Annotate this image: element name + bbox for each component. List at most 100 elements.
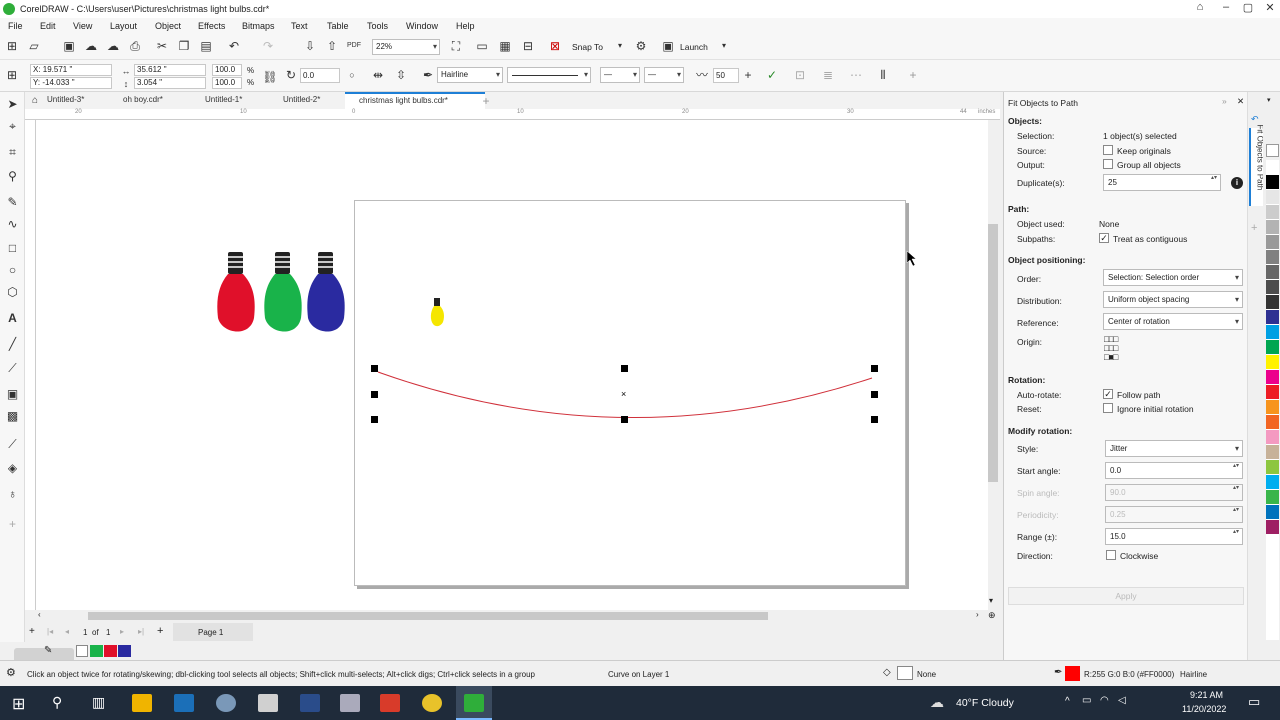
reference-select[interactable]: Center of rotation [1103, 313, 1243, 330]
clockwise-checkbox[interactable] [1106, 550, 1116, 560]
palette-swatch[interactable] [1266, 625, 1279, 640]
origin-grid-icon[interactable]: □□□ □□□ □■□ [1104, 335, 1132, 363]
app-s-red-icon[interactable] [380, 694, 400, 712]
add-docker-icon[interactable]: + [1251, 222, 1257, 234]
prev-page-icon[interactable]: ◂ [65, 627, 69, 636]
palette-swatch[interactable] [1266, 385, 1279, 400]
palette-swatch[interactable] [1266, 250, 1279, 265]
outline-color-swatch[interactable] [1065, 666, 1080, 681]
palette-swatch[interactable] [1266, 265, 1279, 280]
palette-swatch[interactable] [1266, 460, 1279, 475]
eyedropper-palette-icon[interactable]: ✎ [44, 645, 52, 656]
red-bulb[interactable] [217, 252, 255, 332]
palette-swatch[interactable] [1266, 550, 1279, 565]
palette-swatch[interactable] [1266, 610, 1279, 625]
chrome-icon[interactable] [422, 694, 442, 712]
fill-none-swatch[interactable] [897, 666, 913, 680]
palette-swatch[interactable] [1266, 505, 1279, 520]
minimize-button[interactable]: – [1218, 1, 1234, 13]
palette-swatch[interactable] [1266, 490, 1279, 505]
group-all-checkbox[interactable] [1103, 159, 1113, 169]
palette-swatch[interactable] [1266, 430, 1279, 445]
palette-swatch[interactable] [1266, 415, 1279, 430]
swatch-blue[interactable] [118, 645, 131, 657]
app-camera-icon[interactable] [340, 694, 360, 712]
last-page-icon[interactable]: ▸| [138, 627, 144, 636]
duplicates-field[interactable]: 25 [1103, 174, 1221, 191]
weather-text[interactable]: 40°F Cloudy [956, 697, 1014, 709]
selection-handles[interactable]: × [371, 365, 878, 423]
maximize-button[interactable]: ▢ [1240, 1, 1256, 14]
file-explorer-icon[interactable] [132, 694, 152, 712]
clock-date[interactable]: 11/20/2022 [1182, 704, 1226, 714]
no-color-swatch[interactable] [1266, 144, 1279, 157]
app-paint-icon[interactable] [216, 694, 236, 712]
palette-swatch[interactable] [1266, 475, 1279, 490]
palette-swatch[interactable] [1266, 340, 1279, 355]
page-1-tab[interactable]: Page 1 [198, 628, 223, 637]
apply-button[interactable]: Apply [1008, 587, 1244, 605]
next-page-icon[interactable]: ▸ [120, 627, 124, 636]
wifi-icon[interactable]: ◠ [1100, 695, 1109, 706]
notifications-icon[interactable]: ▭ [1248, 694, 1260, 710]
palette-swatch[interactable] [1266, 400, 1279, 415]
palette-swatch[interactable] [1266, 280, 1279, 295]
first-page-icon[interactable]: |◂ [47, 627, 53, 636]
treat-contiguous-checkbox[interactable]: ✓ [1099, 233, 1109, 243]
palette-swatch[interactable] [1266, 355, 1279, 370]
palette-swatch[interactable] [1266, 235, 1279, 250]
task-view-icon[interactable]: ▥ [92, 694, 105, 711]
weather-cloud-icon[interactable]: ☁ [930, 694, 944, 711]
palette-swatch[interactable] [1266, 160, 1279, 175]
help-pin-icon[interactable]: ⌂ [1192, 1, 1208, 13]
distribution-select[interactable]: Uniform object spacing [1103, 291, 1243, 308]
docker-expand-icon[interactable]: » [1222, 96, 1227, 106]
info-icon[interactable]: i [1231, 177, 1243, 189]
scroll-left-icon[interactable]: ‹ [38, 610, 41, 619]
keep-originals-checkbox[interactable] [1103, 145, 1113, 155]
zoom-navigator-icon[interactable]: ⊕ [988, 610, 996, 621]
palette-swatch[interactable] [1266, 580, 1279, 595]
clock-time[interactable]: 9:21 AM [1190, 690, 1223, 700]
volume-icon[interactable]: ◁ [1118, 695, 1126, 706]
palette-swatch[interactable] [1266, 325, 1279, 340]
taskbar-search-icon[interactable]: ⚲ [52, 694, 62, 711]
swatch-none[interactable] [76, 645, 88, 657]
docker-tab-icon[interactable]: ↶ [1251, 114, 1259, 125]
horizontal-scroll-thumb[interactable] [88, 612, 768, 620]
follow-path-checkbox[interactable]: ✓ [1103, 389, 1113, 399]
system-tray-chevron-icon[interactable]: ^ [1065, 696, 1070, 707]
app-grid-icon[interactable] [258, 694, 278, 712]
palette-swatch[interactable] [1266, 205, 1279, 220]
style-select[interactable]: Jitter [1105, 440, 1243, 457]
palette-swatch[interactable] [1266, 535, 1279, 550]
palette-swatch[interactable] [1266, 595, 1279, 610]
palette-swatch[interactable] [1266, 310, 1279, 325]
palette-swatch[interactable] [1266, 175, 1279, 190]
palette-menu-icon[interactable]: ▾ [1267, 96, 1271, 104]
scroll-down-icon[interactable]: ▾ [989, 596, 993, 605]
app-media-icon[interactable] [300, 694, 320, 712]
palette-swatch[interactable] [1266, 565, 1279, 580]
palette-swatch[interactable] [1266, 445, 1279, 460]
close-button[interactable]: ✕ [1262, 1, 1278, 14]
swatch-green[interactable] [90, 645, 103, 657]
palette-swatch[interactable] [1266, 190, 1279, 205]
vertical-scroll-thumb[interactable] [988, 224, 998, 482]
green-bulb[interactable] [264, 252, 302, 332]
order-select[interactable]: Selection: Selection order [1103, 269, 1243, 286]
vertical-scrollbar[interactable]: ▾ [988, 120, 1000, 610]
palette-swatch[interactable] [1266, 520, 1279, 535]
app-s-blue-icon[interactable] [174, 694, 194, 712]
range-field[interactable]: 15.0 [1105, 528, 1243, 545]
palette-swatch[interactable] [1266, 370, 1279, 385]
blue-bulb[interactable] [307, 252, 345, 332]
scroll-right-icon[interactable]: › [976, 610, 979, 619]
palette-swatch[interactable] [1266, 220, 1279, 235]
spin-angle-field[interactable]: 90.0 [1105, 484, 1243, 501]
horizontal-scrollbar[interactable]: ‹ › ⊕ [36, 610, 1000, 622]
windows-start-icon[interactable]: ⊞ [12, 694, 25, 714]
palette-swatch[interactable] [1266, 295, 1279, 310]
settings-gear-icon[interactable]: ⚙ [6, 666, 16, 679]
swatch-red[interactable] [104, 645, 117, 657]
